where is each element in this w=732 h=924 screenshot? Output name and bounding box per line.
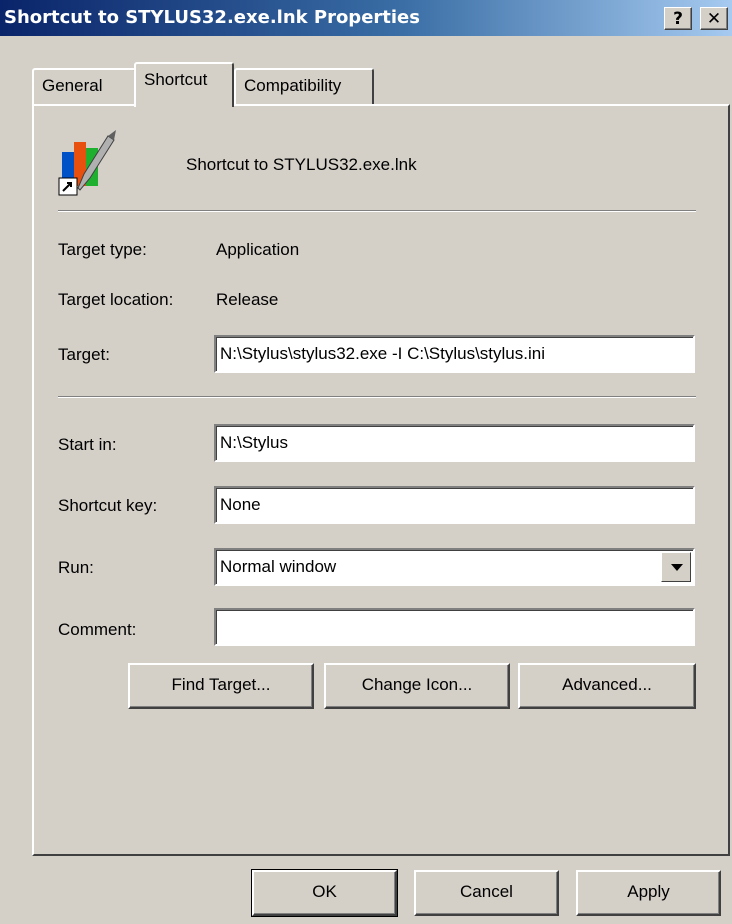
tab-compatibility-label: Compatibility (244, 76, 342, 95)
separator-middle (58, 396, 696, 398)
tab-compatibility[interactable]: Compatibility (234, 68, 374, 105)
find-target-button[interactable]: Find Target... (128, 663, 314, 709)
start-in-field[interactable]: N:\Stylus (214, 424, 695, 462)
target-type-label: Target type: (58, 240, 147, 259)
target-location-label: Target location: (58, 290, 174, 309)
target-field[interactable]: N:\Stylus\stylus32.exe -I C:\Stylus\styl… (214, 335, 695, 373)
help-button[interactable]: ? (664, 7, 692, 30)
target-label: Target: (58, 345, 110, 365)
run-dropdown[interactable]: Normal window (214, 548, 695, 586)
tab-general[interactable]: General (32, 68, 136, 105)
apply-button[interactable]: Apply (576, 870, 721, 916)
target-location-value: Release (216, 290, 279, 309)
tab-general-label: General (42, 76, 103, 95)
shortcut-key-field[interactable]: None (214, 486, 695, 524)
target-type-value: Application (216, 240, 300, 259)
start-in-label: Start in: (58, 435, 117, 454)
comment-field[interactable] (214, 608, 695, 646)
tab-shortcut[interactable]: Shortcut (134, 62, 234, 107)
separator-top (58, 210, 696, 212)
title-bar[interactable]: Shortcut to STYLUS32.exe.lnk Properties … (0, 0, 732, 36)
change-icon-button[interactable]: Change Icon... (324, 663, 510, 709)
target-label-text: Target: (58, 345, 110, 364)
shortcut-key-label: Shortcut key: (58, 496, 158, 515)
run-label: Run: (58, 558, 94, 577)
cancel-button[interactable]: Cancel (414, 870, 559, 916)
window-title: Shortcut to STYLUS32.exe.lnk Properties (4, 7, 420, 28)
shortcut-name: Shortcut to STYLUS32.exe.lnk (186, 155, 417, 174)
close-icon: ✕ (706, 9, 722, 29)
stylus-shortcut-icon (58, 128, 116, 196)
tab-shortcut-label: Shortcut (144, 70, 208, 89)
close-button[interactable]: ✕ (700, 7, 728, 30)
comment-label: Comment: (58, 620, 137, 639)
advanced-button[interactable]: Advanced... (518, 663, 696, 709)
chevron-down-icon[interactable] (661, 552, 691, 582)
run-dropdown-value: Normal window (220, 557, 337, 576)
ok-button[interactable]: OK (251, 869, 398, 917)
shortcut-panel (32, 104, 730, 856)
